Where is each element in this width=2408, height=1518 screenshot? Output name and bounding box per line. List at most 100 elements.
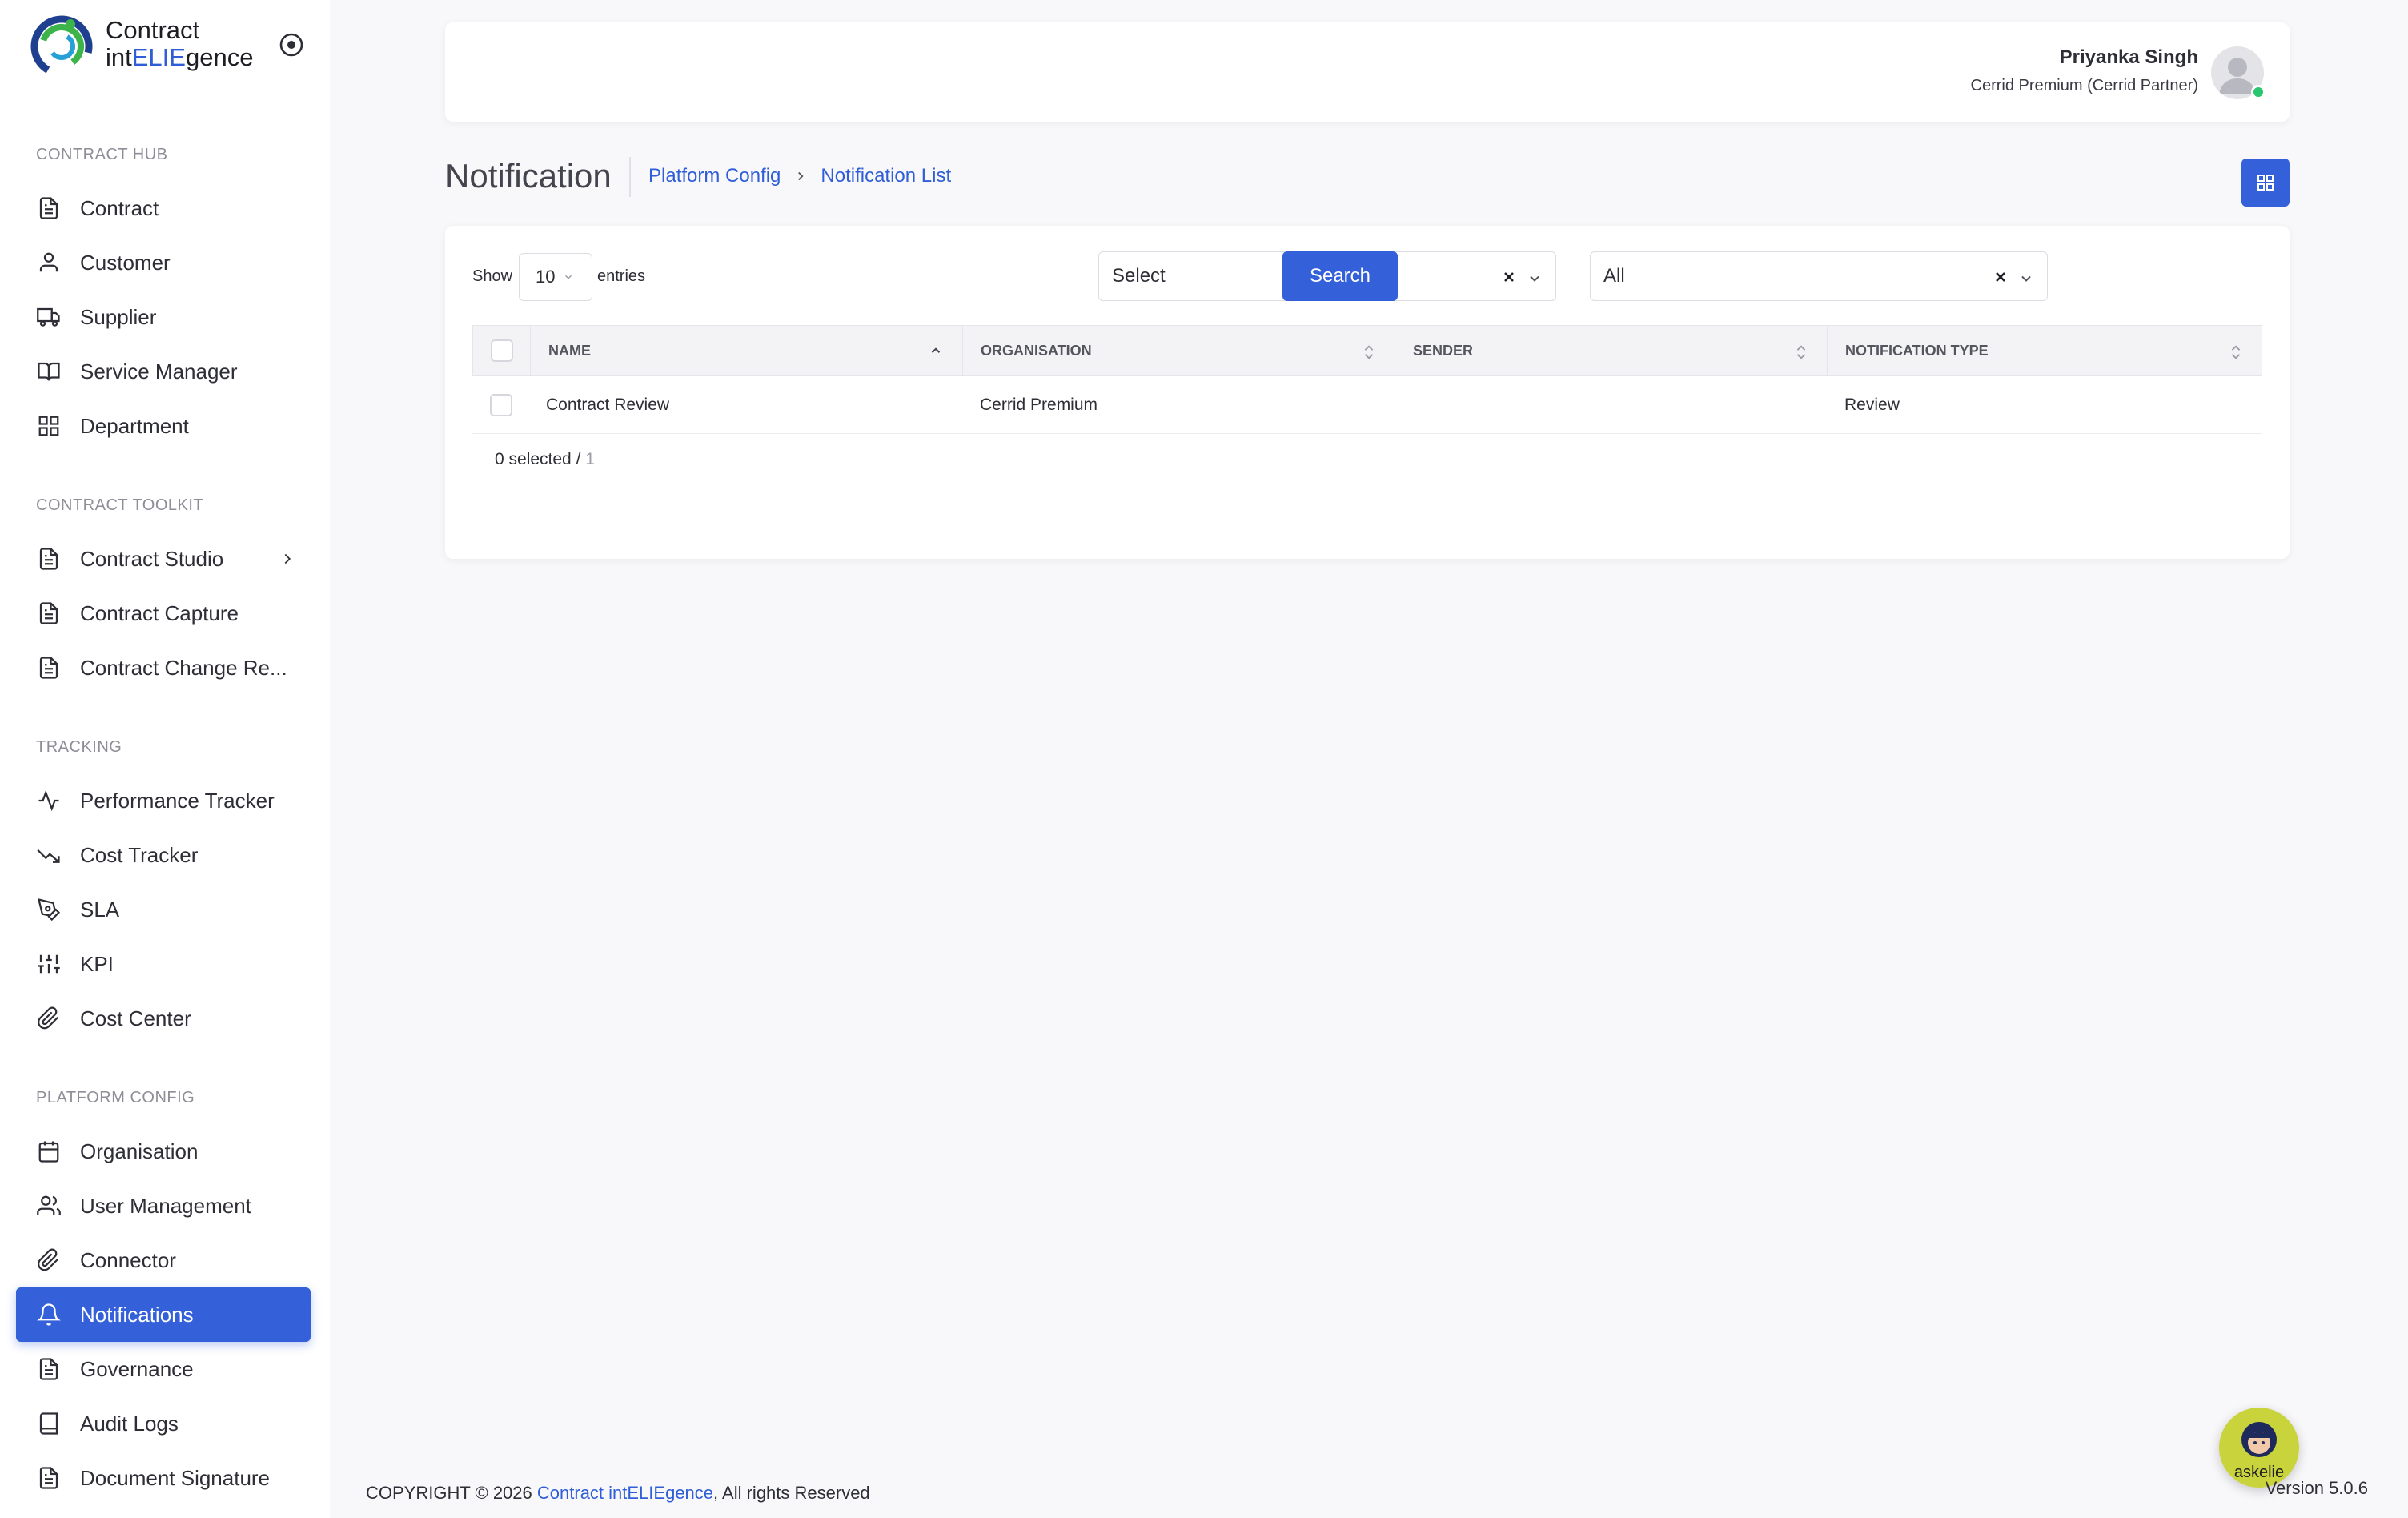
bell-icon (35, 1301, 62, 1328)
pen-tool-icon (35, 896, 62, 923)
breadcrumb-platform-config[interactable]: Platform Config (648, 165, 781, 187)
sidebar-item-customer[interactable]: Customer (16, 235, 311, 290)
section-title-tracking: TRACKING (36, 738, 122, 756)
cell-name: Contract Review (546, 395, 670, 414)
sort-icon (1363, 343, 1375, 365)
column-header-notification-type[interactable]: NOTIFICATION TYPE (1828, 326, 2262, 375)
show-label: Show (472, 267, 513, 285)
notification-table: NAME ORGANISATION SENDER NOTIFICATION TY… (472, 325, 2262, 434)
cell-sender (1395, 376, 1827, 433)
sidebar-item-label: Cost Center (80, 1006, 191, 1030)
column-header-sender[interactable]: SENDER (1395, 326, 1828, 375)
clear-icon[interactable] (1993, 268, 2009, 291)
paperclip-icon (35, 1247, 62, 1274)
clear-icon[interactable] (1501, 268, 1517, 291)
filter-value: Select (1112, 265, 1166, 287)
file-text-icon (35, 545, 62, 572)
table-header: NAME ORGANISATION SENDER NOTIFICATION TY… (472, 325, 2262, 376)
select-all-checkbox[interactable] (490, 339, 513, 362)
sidebar-item-label: Service Manager (80, 359, 238, 384)
target-icon (279, 33, 303, 57)
sort-ascending-icon (929, 343, 943, 362)
sidebar-item-document-signature[interactable]: Document Signature (16, 1451, 311, 1505)
table-row[interactable]: Contract Review Cerrid Premium Review (472, 376, 2262, 434)
sidebar-item-organisation[interactable]: Organisation (16, 1124, 311, 1179)
file-text-icon (35, 1355, 62, 1383)
title-divider (629, 157, 631, 197)
sidebar-item-audit-logs[interactable]: Audit Logs (16, 1396, 311, 1451)
sidebar-item-contract-capture[interactable]: Contract Capture (16, 586, 311, 641)
search-button[interactable]: Search (1282, 251, 1398, 301)
chevron-down-icon (563, 267, 574, 287)
column-label: SENDER (1413, 342, 1474, 359)
online-status-dot (2251, 85, 2266, 99)
copyright: COPYRIGHT © 2026 Contract intELIEgence, … (366, 1483, 870, 1504)
column-header-organisation[interactable]: ORGANISATION (963, 326, 1395, 375)
notification-type-filter-select[interactable]: All (1590, 251, 2048, 301)
chevron-down-icon (1527, 270, 1543, 292)
logo-text: Contract intELIEgence (106, 16, 254, 71)
version-label: Version 5.0.6 (2265, 1478, 2368, 1498)
chevron-right-icon (793, 168, 808, 184)
logo[interactable]: Contract intELIEgence (27, 10, 253, 78)
selection-summary: 0 selected / 1 (495, 450, 595, 469)
chevron-down-icon (2018, 270, 2034, 292)
user-organisation: Cerrid Premium (Cerrid Partner) (1970, 77, 2199, 94)
sidebar-item-label: Contract Studio (80, 546, 224, 571)
sidebar-item-performance-tracker[interactable]: Performance Tracker (16, 773, 311, 828)
collapse-sidebar-button[interactable] (277, 30, 306, 59)
sidebar-item-contract-studio[interactable]: Contract Studio (16, 532, 311, 586)
row-checkbox[interactable] (490, 393, 512, 416)
sort-icon (1795, 343, 1808, 365)
file-text-icon (35, 600, 62, 627)
sidebar-item-governance[interactable]: Governance (16, 1342, 311, 1396)
sort-icon (2229, 343, 2242, 365)
grid-icon (35, 412, 62, 440)
sidebar-item-sla[interactable]: SLA (16, 882, 311, 937)
brand-link[interactable]: Contract intELIEgence (537, 1483, 713, 1503)
column-header-name[interactable]: NAME (531, 326, 963, 375)
top-header: Priyanka Singh Cerrid Premium (Cerrid Pa… (445, 22, 2290, 122)
page-title: Notification (445, 157, 612, 195)
file-text-icon (35, 1464, 62, 1492)
sidebar-item-notifications[interactable]: Notifications (16, 1287, 311, 1342)
column-label: NAME (548, 342, 591, 359)
entries-value: 10 (536, 267, 556, 287)
entries-per-page-select[interactable]: 10 (519, 253, 592, 301)
sidebar-item-label: Department (80, 413, 189, 438)
notification-list-card: Show 10 entries Select All Search NAME O… (445, 226, 2290, 559)
sidebar-item-user-management[interactable]: User Management (16, 1179, 311, 1233)
sidebar-item-label: Cost Tracker (80, 842, 199, 867)
file-text-icon (35, 195, 62, 222)
sidebar-item-label: Notifications (80, 1302, 194, 1327)
sidebar-item-cost-tracker[interactable]: Cost Tracker (16, 828, 311, 882)
column-label: ORGANISATION (981, 342, 1092, 359)
sidebar-item-supplier[interactable]: Supplier (16, 290, 311, 344)
askelie-assistant-button[interactable]: askelie (2219, 1408, 2299, 1488)
sidebar-item-label: Supplier (80, 304, 157, 329)
sidebar-item-connector[interactable]: Connector (16, 1233, 311, 1287)
users-icon (35, 1192, 62, 1219)
breadcrumb-notification-list[interactable]: Notification List (821, 165, 951, 187)
sidebar-item-label: KPI (80, 951, 114, 976)
chevron-right-icon (279, 549, 296, 572)
sidebar-item-department[interactable]: Department (16, 399, 311, 453)
sidebar-item-label: Customer (80, 250, 171, 275)
section-title-contract-toolkit: CONTRACT TOOLKIT (36, 496, 204, 514)
sidebar-item-service-manager[interactable]: Service Manager (16, 344, 311, 399)
sidebar-item-contract[interactable]: Contract (16, 181, 311, 235)
row-checkbox-cell (472, 376, 530, 433)
grid-view-button[interactable] (2241, 159, 2290, 207)
activity-icon (35, 787, 62, 814)
truck-icon (35, 303, 62, 331)
sidebar-item-label: Contract Capture (80, 600, 239, 625)
section-title-contract-hub: CONTRACT HUB (36, 146, 168, 163)
sliders-icon (35, 950, 62, 978)
book-icon (35, 1410, 62, 1437)
sidebar-item-cost-center[interactable]: Cost Center (16, 991, 311, 1046)
copyright-suffix: , All rights Reserved (713, 1483, 870, 1503)
sidebar-item-label: Contract Change Re... (80, 655, 287, 680)
sidebar-item-kpi[interactable]: KPI (16, 937, 311, 991)
sidebar-item-contract-change-request[interactable]: Contract Change Re... (16, 641, 311, 695)
file-text-icon (35, 654, 62, 681)
